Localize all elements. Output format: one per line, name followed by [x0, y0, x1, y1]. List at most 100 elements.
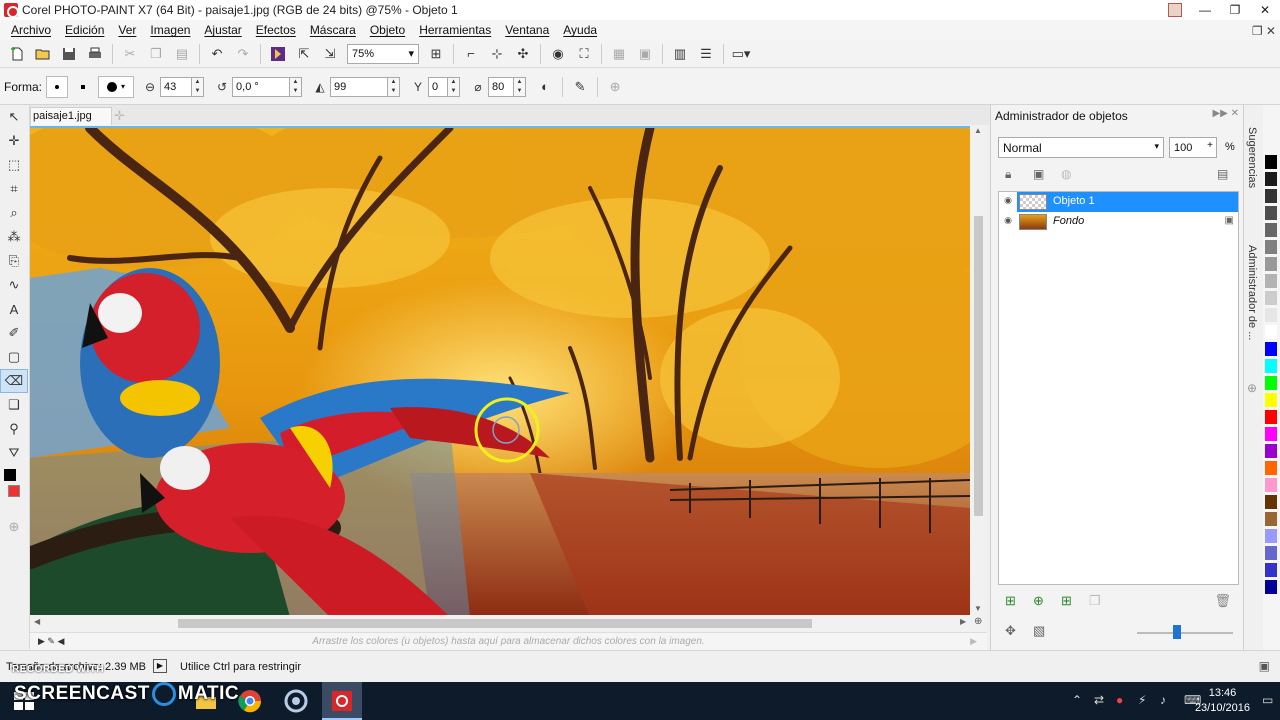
volume-icon[interactable]: ♪	[1160, 693, 1166, 707]
opacity-spinner-icon[interactable]: +	[1207, 140, 1213, 151]
nib-round-small-button[interactable]	[46, 75, 69, 98]
panel-controls-icon[interactable]: ▶▶ ✕	[1212, 108, 1239, 119]
scroll-up-icon[interactable]: ▲	[974, 126, 982, 135]
foreground-color-swatch[interactable]	[4, 469, 16, 481]
vertical-scroll-thumb[interactable]	[974, 216, 983, 516]
power-icon[interactable]: ⚡︎	[1138, 693, 1146, 707]
edit-object-icon[interactable]: ▧	[1033, 623, 1045, 639]
rotation-value[interactable]: 0,0 °	[232, 76, 291, 97]
palette-swatch[interactable]	[1265, 393, 1277, 407]
menu-objeto[interactable]: Objeto	[363, 23, 412, 37]
navigator-zoom-icon[interactable]: ⊕	[974, 616, 982, 627]
dock-tab-hints[interactable]: Sugerencias	[1246, 127, 1258, 188]
scroll-down-icon[interactable]: ▼	[974, 604, 982, 613]
object-row-objeto-1[interactable]: ◉ Objeto 1	[999, 192, 1238, 212]
eraser-tool-icon[interactable]: ⌫	[0, 369, 28, 393]
palette-swatch[interactable]	[1265, 512, 1277, 526]
palette-swatch[interactable]	[1265, 427, 1277, 441]
rulers-icon[interactable]: ⌐	[460, 43, 482, 65]
print-icon[interactable]	[84, 43, 106, 65]
screencast-app-icon[interactable]	[284, 689, 308, 713]
flattening-value[interactable]: 99	[330, 76, 389, 97]
fill-tool-icon[interactable]: ⛛	[0, 441, 28, 465]
color-well-scroll-icon[interactable]: ▶	[970, 636, 977, 647]
text-tool-icon[interactable]: A	[0, 297, 28, 321]
palette-swatch[interactable]	[1265, 240, 1277, 254]
thumbnail-size-knob[interactable]	[1173, 625, 1181, 639]
spinner-arrows-icon[interactable]: ▲ ▼	[192, 76, 205, 97]
pick-tool-icon[interactable]: ↖	[0, 105, 28, 129]
paint-tool-icon[interactable]: ✐	[0, 321, 28, 345]
palette-swatch[interactable]	[1265, 376, 1277, 390]
menu-efectos[interactable]: Efectos	[249, 23, 303, 37]
copy-icon[interactable]: ❐	[145, 43, 167, 65]
save-icon[interactable]	[58, 43, 80, 65]
nib-shape-dropdown[interactable]: ▾	[98, 75, 135, 98]
status-play-icon[interactable]: ▶	[153, 659, 167, 673]
close-button[interactable]: ✕	[1250, 0, 1280, 20]
menu-ayuda[interactable]: Ayuda	[556, 23, 604, 37]
new-object-from-selection-icon[interactable]: ⊕	[1033, 593, 1044, 609]
object-manager-icon[interactable]: ▥	[669, 43, 691, 65]
user-icon[interactable]	[1168, 3, 1182, 17]
spinner-arrows-icon[interactable]: ▲ ▼	[448, 76, 461, 97]
menu-imagen[interactable]: Imagen	[143, 23, 197, 37]
palette-swatch[interactable]	[1265, 461, 1277, 475]
palette-swatch[interactable]	[1265, 410, 1277, 424]
soft-edge-value[interactable]: 80	[488, 76, 515, 97]
menu-herramientas[interactable]: Herramientas	[412, 23, 498, 37]
new-tab-icon[interactable]: ✛	[114, 108, 125, 124]
lock-icon[interactable]: 🔒︎	[1005, 167, 1011, 182]
add-docker-icon[interactable]: ⊕	[1247, 381, 1257, 395]
cut-icon[interactable]: ✂	[119, 43, 141, 65]
palette-swatch[interactable]	[1265, 257, 1277, 271]
trash-icon[interactable]: 🗑︎	[1214, 593, 1231, 609]
horizontal-scrollbar[interactable]: ◀ ▶ ⊕	[30, 615, 987, 632]
palette-swatch[interactable]	[1265, 155, 1277, 169]
scroll-left-icon[interactable]: ◀	[34, 617, 40, 626]
palette-swatch[interactable]	[1265, 325, 1277, 339]
palette-swatch[interactable]	[1265, 189, 1277, 203]
mask-marquee-icon[interactable]: ⛶	[573, 43, 595, 65]
object-name-area[interactable]: Objeto 1	[1017, 192, 1238, 212]
object-group-icon[interactable]: ▦	[608, 43, 630, 65]
palette-swatch[interactable]	[1265, 308, 1277, 322]
clip-mask-icon[interactable]: ◍	[1061, 167, 1071, 181]
eyedropper-tool-icon[interactable]: ⚲	[0, 417, 28, 441]
palette-swatch[interactable]	[1265, 223, 1277, 237]
corel-taskbar-button[interactable]	[322, 682, 362, 720]
palette-swatch[interactable]	[1265, 478, 1277, 492]
liquid-tool-icon[interactable]: ∿	[0, 273, 28, 297]
spinner-arrows-icon[interactable]: ▲ ▼	[290, 76, 303, 97]
transform-tool-icon[interactable]: ✛	[0, 129, 28, 153]
import-icon[interactable]: ⇱	[293, 43, 315, 65]
new-object-icon[interactable]: ⊞	[1005, 593, 1016, 609]
visibility-eye-icon[interactable]: ◉	[1001, 215, 1015, 229]
transparency-spinner[interactable]: Y 0 ▲ ▼	[410, 76, 461, 97]
mask-visible-icon[interactable]: ◉	[547, 43, 569, 65]
antivirus-icon[interactable]: ●	[1116, 693, 1123, 707]
nib-square-button[interactable]	[72, 76, 94, 98]
paste-icon[interactable]: ▤	[171, 43, 193, 65]
combine-objects-icon[interactable]: ❐	[1089, 593, 1101, 609]
transparency-value[interactable]: 0	[428, 76, 449, 97]
maximize-button[interactable]: ❐	[1220, 0, 1250, 20]
align-icon[interactable]: ☰	[695, 43, 717, 65]
zoom-level-select[interactable]: 75% ▾	[347, 43, 419, 64]
lock-transparency-icon[interactable]: ▣	[1033, 167, 1044, 181]
object-lock-icon[interactable]: ▣	[634, 43, 656, 65]
object-row-fondo[interactable]: ◉ Fondo ▣	[999, 212, 1238, 232]
mask-tool-icon[interactable]: ⬚	[0, 153, 28, 177]
panel-options-icon[interactable]: ▤	[1217, 167, 1228, 181]
zoom-tool-icon[interactable]: ⌕	[0, 201, 28, 225]
palette-swatch[interactable]	[1265, 342, 1277, 356]
effect-tool-icon[interactable]: ❏	[0, 393, 28, 417]
undo-icon[interactable]: ↶	[206, 43, 228, 65]
menu-mascara[interactable]: Máscara	[303, 23, 363, 37]
grid-icon[interactable]: ⊹	[486, 43, 508, 65]
horizontal-scroll-thumb[interactable]	[178, 619, 812, 628]
shape-tool-icon[interactable]: ▢	[0, 345, 28, 369]
menu-ventana[interactable]: Ventana	[498, 23, 556, 37]
palette-swatch[interactable]	[1265, 359, 1277, 373]
crop-tool-icon[interactable]: ⌗	[0, 177, 28, 201]
